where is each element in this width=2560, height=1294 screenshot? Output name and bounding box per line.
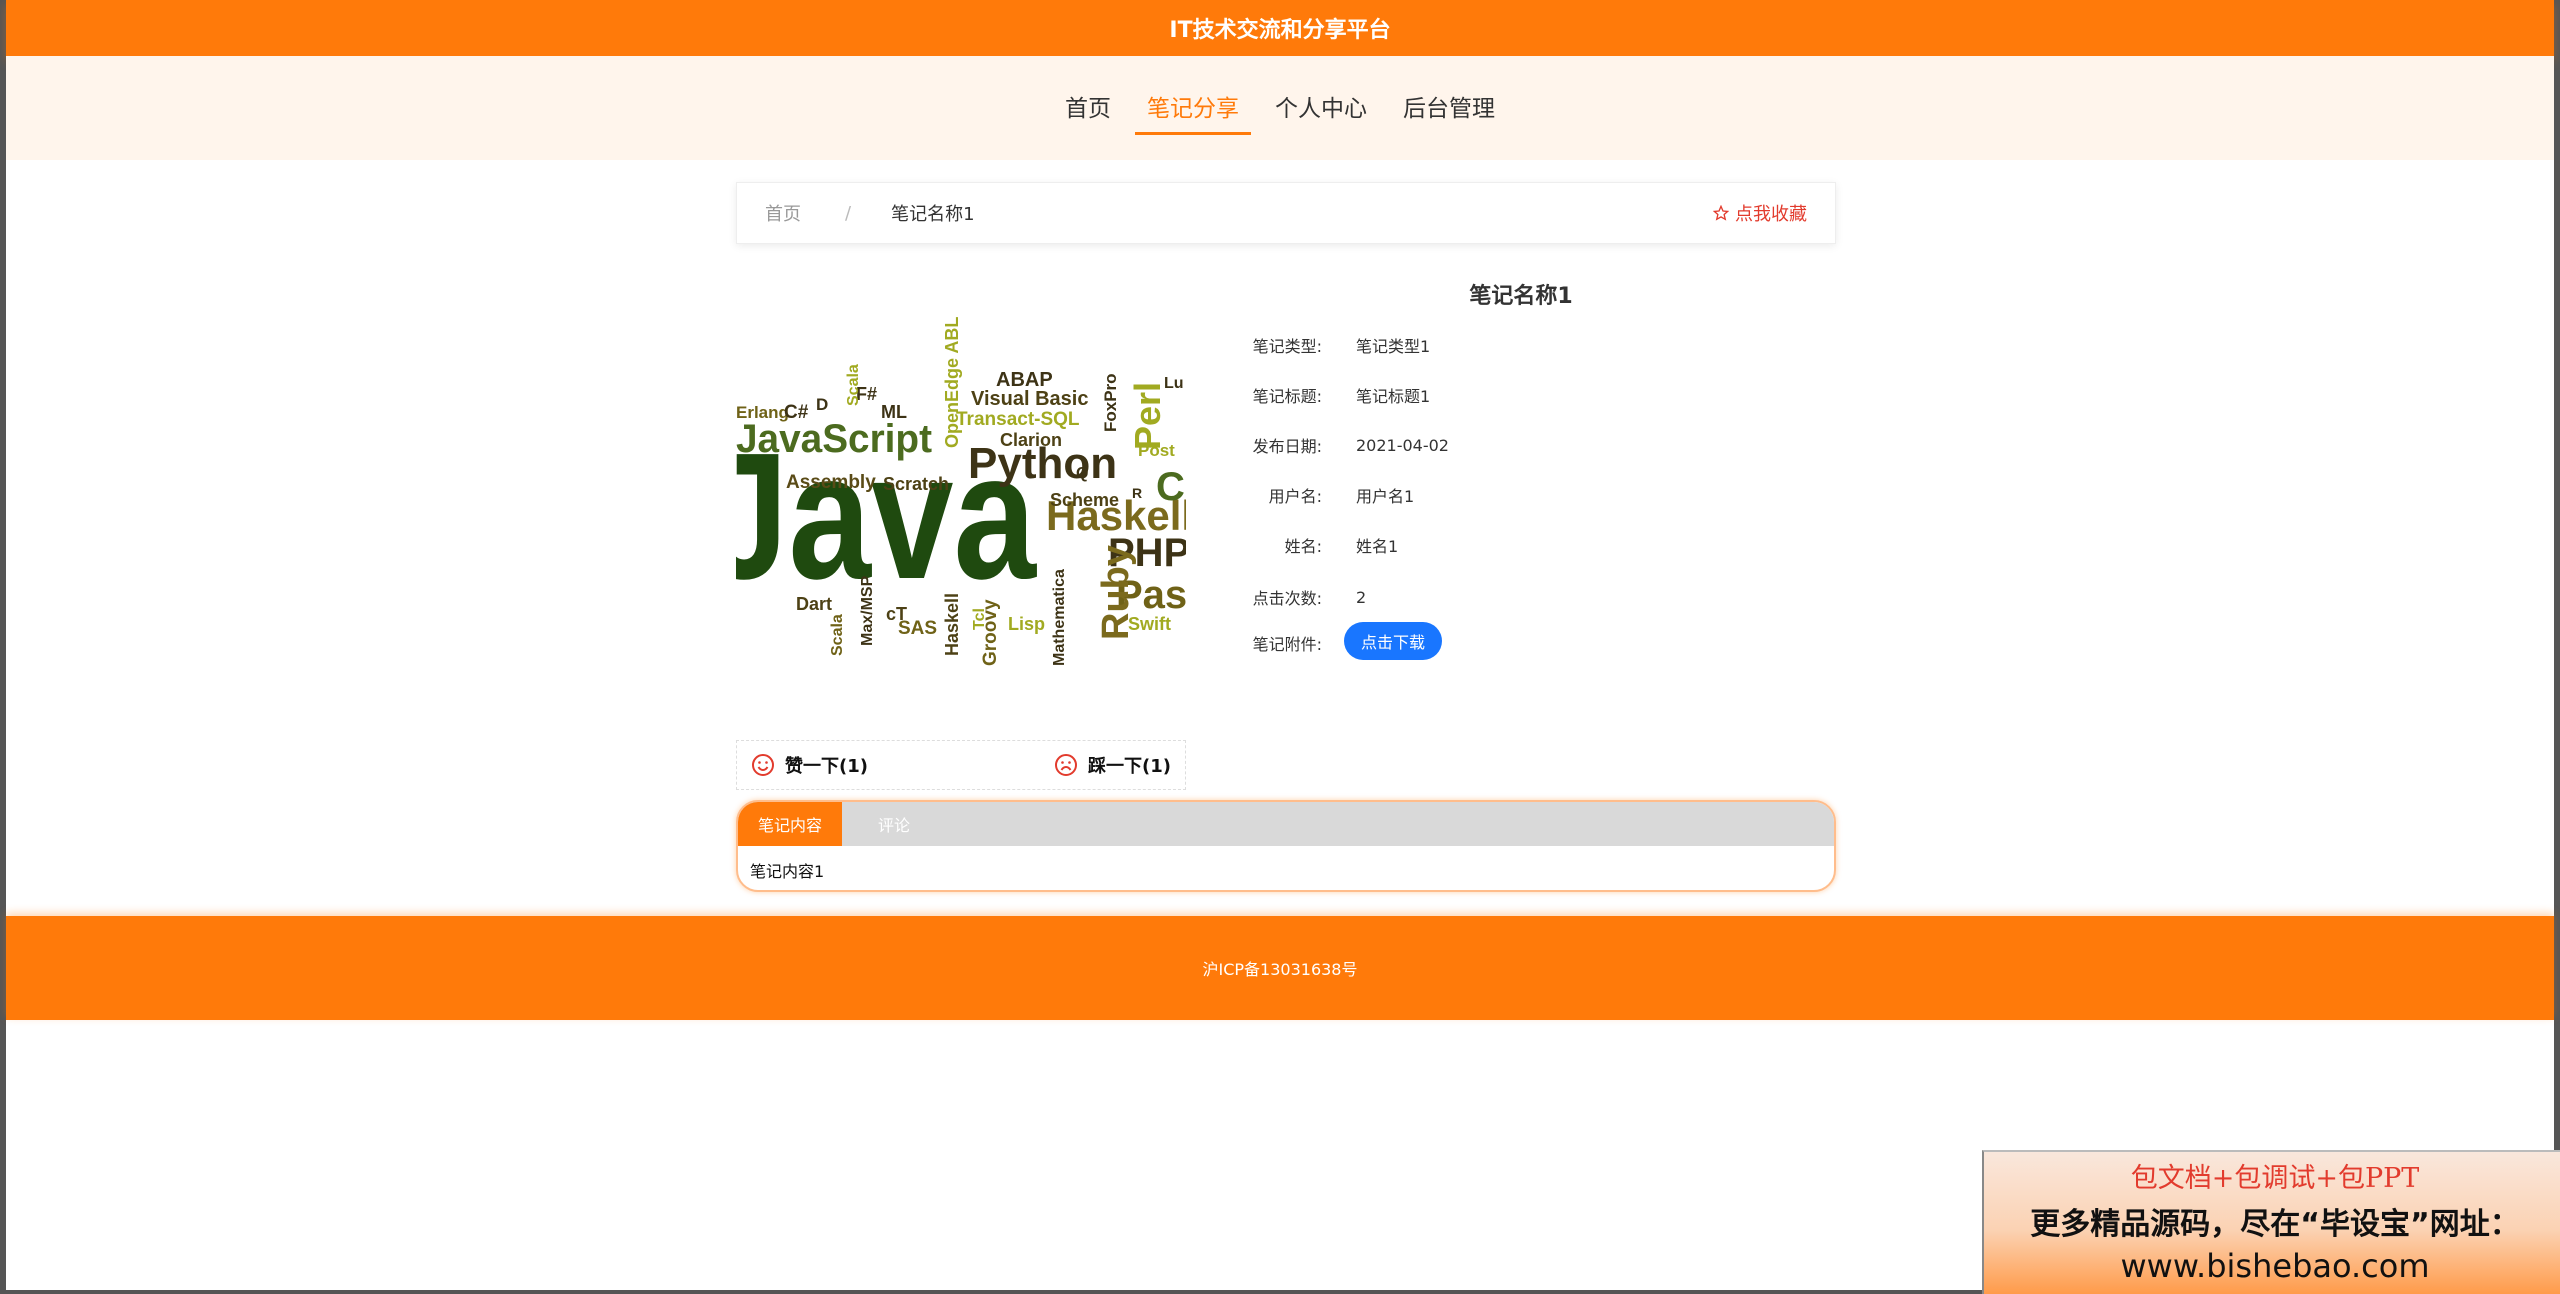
info-key: 发布日期: — [1252, 437, 1322, 456]
favorite-button[interactable]: 点我收藏 — [1713, 200, 1807, 226]
content-tabs: 笔记内容 评论 笔记内容1 — [736, 800, 1836, 892]
svg-text:SAS: SAS — [898, 618, 937, 639]
breadcrumb-home[interactable]: 首页 — [765, 200, 801, 226]
breadcrumb-separator: / — [845, 202, 852, 224]
site-header: IT技术交流和分享平台 — [6, 0, 2554, 56]
svg-text:FoxPro: FoxPro — [1101, 373, 1120, 432]
smile-icon — [752, 754, 774, 776]
svg-text:Assembly: Assembly — [786, 472, 876, 493]
svg-text:Dart: Dart — [796, 594, 832, 614]
nav-item-admin[interactable]: 后台管理 — [1391, 92, 1507, 135]
info-row-name: 姓名: 姓名1 — [1246, 530, 1846, 560]
tab-panel-content: 笔记内容1 — [750, 862, 825, 881]
ad-line-2: 更多精品源码，尽在“毕设宝”网址： — [2030, 1207, 2520, 1242]
site-title: IT技术交流和分享平台 — [1169, 18, 1391, 43]
info-key: 姓名: — [1284, 537, 1322, 556]
svg-text:Ruby: Ruby — [1095, 545, 1137, 640]
svg-text:C#: C# — [784, 402, 809, 423]
tab-bar: 笔记内容 评论 — [738, 802, 1834, 846]
tab-note-content[interactable]: 笔记内容 — [738, 802, 842, 846]
svg-text:JavaScript: JavaScript — [736, 417, 932, 461]
dislike-label: 踩一下(1) — [1088, 756, 1171, 777]
vote-bar: 赞一下(1) 踩一下(1) — [736, 740, 1186, 790]
info-value: 姓名1 — [1356, 537, 1399, 556]
nav-item-home[interactable]: 首页 — [1053, 92, 1123, 135]
like-label: 赞一下(1) — [785, 756, 868, 777]
ad-line-3: www.bishebao.com — [2120, 1247, 2430, 1285]
info-key: 笔记标题: — [1252, 387, 1322, 406]
info-key: 点击次数: — [1252, 589, 1322, 608]
svg-text:C: C — [1156, 465, 1185, 509]
star-icon — [1713, 205, 1729, 221]
svg-text:Scheme: Scheme — [1050, 490, 1119, 510]
main-nav: 首页 笔记分享 个人中心 后台管理 — [6, 92, 2554, 135]
svg-text:D: D — [816, 395, 828, 414]
svg-text:Tcl: Tcl — [971, 608, 988, 630]
note-cover-image: Java JavaScript Python Haskell PHP Pas V… — [736, 310, 1186, 678]
svg-text:Scala: Scala — [829, 614, 846, 656]
info-row-date: 发布日期: 2021-04-02 — [1246, 430, 1846, 460]
info-value: 用户名1 — [1356, 487, 1415, 506]
breadcrumb: 首页 / 笔记名称1 点我收藏 — [736, 182, 1836, 244]
svg-text:OpenEdge ABL: OpenEdge ABL — [942, 317, 962, 448]
info-row-clicks: 点击次数: 2 — [1246, 582, 1846, 612]
info-value: 2 — [1356, 587, 1367, 607]
svg-text:Q: Q — [1076, 465, 1088, 482]
svg-text:Max/MSP: Max/MSP — [859, 575, 876, 646]
svg-text:Lisp: Lisp — [1008, 614, 1045, 634]
note-title: 笔记名称1 — [1469, 284, 1573, 309]
frown-icon — [1055, 754, 1078, 776]
svg-text:Perl: Perl — [1127, 382, 1168, 450]
word-cloud-graphic: Java JavaScript Python Haskell PHP Pas V… — [736, 317, 1186, 666]
info-key: 笔记类型: — [1252, 337, 1322, 356]
info-key: 用户名: — [1268, 487, 1322, 506]
site-footer: 沪ICP备13031638号 — [6, 916, 2554, 1020]
info-value: 2021-04-02 — [1356, 435, 1449, 455]
svg-text:Mathematica: Mathematica — [1051, 569, 1068, 666]
svg-text:Scratch: Scratch — [883, 474, 949, 494]
svg-text:Visual Basic: Visual Basic — [971, 388, 1088, 410]
svg-text:Scala: Scala — [845, 364, 862, 406]
icp-number: 沪ICP备13031638号 — [1202, 960, 1358, 979]
tab-comments[interactable]: 评论 — [842, 802, 946, 846]
info-value: 笔记类型1 — [1356, 337, 1431, 356]
svg-text:Haskell: Haskell — [942, 593, 962, 656]
ad-line-1: 包文档+包调试+包PPT — [2130, 1163, 2420, 1194]
favorite-label: 点我收藏 — [1735, 204, 1807, 225]
svg-text:ML: ML — [881, 402, 907, 422]
nav-item-personal-center[interactable]: 个人中心 — [1263, 92, 1379, 135]
info-row-username: 用户名: 用户名1 — [1246, 480, 1846, 510]
breadcrumb-current: 笔记名称1 — [891, 204, 975, 225]
svg-text:R: R — [1132, 485, 1142, 501]
ad-banner: 包文档+包调试+包PPT 更多精品源码，尽在“毕设宝”网址： www.bishe… — [1982, 1150, 2560, 1294]
svg-text:ABAP: ABAP — [996, 369, 1053, 391]
svg-text:Erlang: Erlang — [736, 403, 789, 422]
svg-text:Transact-SQL: Transact-SQL — [956, 409, 1080, 430]
info-row-title: 笔记标题: 笔记标题1 — [1246, 380, 1846, 410]
info-value: 笔记标题1 — [1356, 387, 1431, 406]
like-button[interactable]: 赞一下(1) — [751, 752, 868, 778]
download-button[interactable]: 点击下载 — [1344, 622, 1442, 660]
info-row-type: 笔记类型: 笔记类型1 — [1246, 330, 1846, 360]
svg-text:Clarion: Clarion — [1000, 430, 1062, 450]
nav-item-note-share[interactable]: 笔记分享 — [1135, 92, 1251, 135]
info-key: 笔记附件: — [1252, 635, 1322, 654]
svg-text:Lu: Lu — [1164, 375, 1184, 392]
nav-bar: 首页 笔记分享 个人中心 后台管理 — [6, 56, 2554, 160]
dislike-button[interactable]: 踩一下(1) — [1054, 752, 1171, 778]
info-row-attachment: 笔记附件: — [1246, 628, 1846, 658]
